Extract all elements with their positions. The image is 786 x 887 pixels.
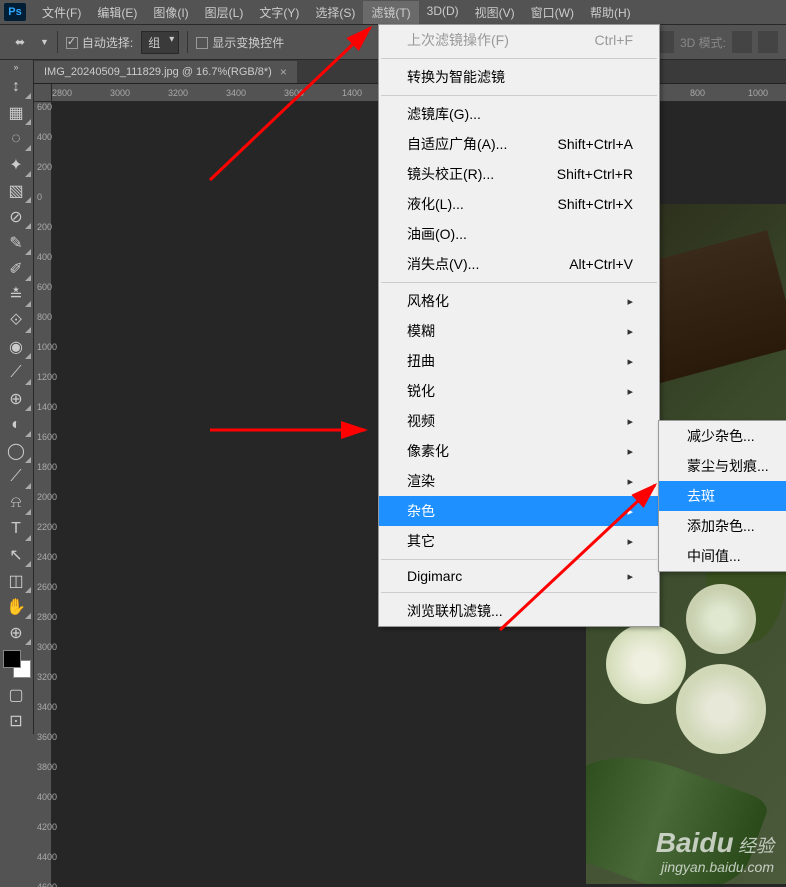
noise-item-蒙尘与划痕...[interactable]: 蒙尘与划痕... xyxy=(659,451,786,481)
tool-20[interactable]: ✋ xyxy=(0,594,32,620)
menu-图层[interactable]: 图层(L) xyxy=(197,1,252,24)
screenmode-icon[interactable]: ⊡ xyxy=(0,708,32,734)
filter-item-其它[interactable]: 其它 xyxy=(379,526,659,556)
filter-item-扭曲[interactable]: 扭曲 xyxy=(379,346,659,376)
filter-item-锐化[interactable]: 锐化 xyxy=(379,376,659,406)
arrow-down-icon[interactable]: ▼ xyxy=(40,37,49,47)
filter-menu-dropdown: 上次滤镜操作(F)Ctrl+F 转换为智能滤镜滤镜库(G)...自适应广角(A).… xyxy=(378,24,660,627)
noise-item-添加杂色...[interactable]: 添加杂色... xyxy=(659,511,786,541)
filter-item-杂色[interactable]: 杂色 xyxy=(379,496,659,526)
filter-item-转换为智能滤镜[interactable]: 转换为智能滤镜 xyxy=(379,62,659,92)
document-title: IMG_20240509_111829.jpg @ 16.7%(RGB/8*) xyxy=(44,66,272,78)
filter-item-像素化[interactable]: 像素化 xyxy=(379,436,659,466)
toolbox: » ↕▦◌✦▧⊘✎✐≛⟐◉⟋⊕◐◯⟋⍾T↖◫✋⊕ ▢ ⊡ xyxy=(0,60,34,734)
filter-item-镜头校正(R)...[interactable]: 镜头校正(R)...Shift+Ctrl+R xyxy=(379,159,659,189)
tool-1[interactable]: ▦ xyxy=(0,100,32,126)
panel-icon-2[interactable] xyxy=(758,31,778,53)
showtransform-label: 显示变换控件 xyxy=(212,36,284,50)
panel-icon-1[interactable] xyxy=(732,31,752,53)
filter-item-液化(L)...[interactable]: 液化(L)...Shift+Ctrl+X xyxy=(379,189,659,219)
quickmask-icon[interactable]: ▢ xyxy=(0,682,32,708)
filter-item-模糊[interactable]: 模糊 xyxy=(379,316,659,346)
tool-7[interactable]: ✐ xyxy=(0,256,32,282)
tool-9[interactable]: ⟐ xyxy=(0,308,32,334)
menu-视图[interactable]: 视图(V) xyxy=(467,1,523,24)
ruler-corner xyxy=(34,84,52,102)
tool-3[interactable]: ✦ xyxy=(0,152,32,178)
tool-15[interactable]: ⟋ xyxy=(0,464,32,490)
tool-12[interactable]: ⊕ xyxy=(0,386,32,412)
ruler-vertical: 6004002000200400600800100012001400160018… xyxy=(34,102,52,887)
filter-item-滤镜库(G)...[interactable]: 滤镜库(G)... xyxy=(379,99,659,129)
document-tab[interactable]: IMG_20240509_111829.jpg @ 16.7%(RGB/8*) … xyxy=(34,61,297,83)
filter-item-油画(O)...[interactable]: 油画(O)... xyxy=(379,219,659,249)
tool-19[interactable]: ◫ xyxy=(0,568,32,594)
menu-窗口[interactable]: 窗口(W) xyxy=(523,1,582,24)
tool-11[interactable]: ⟋ xyxy=(0,360,32,386)
noise-submenu-dropdown: 减少杂色...蒙尘与划痕...去斑添加杂色...中间值... xyxy=(658,420,786,572)
autoselect-label: 自动选择: xyxy=(82,36,133,50)
noise-item-减少杂色...[interactable]: 减少杂色... xyxy=(659,421,786,451)
filter-item-消失点(V)...[interactable]: 消失点(V)...Alt+Ctrl+V xyxy=(379,249,659,279)
tool-16[interactable]: ⍾ xyxy=(0,490,32,516)
tool-2[interactable]: ◌ xyxy=(0,126,32,152)
tool-0[interactable]: ↕ xyxy=(0,74,32,100)
menu-文件[interactable]: 文件(F) xyxy=(34,1,89,24)
mode3d-label: 3D 模式: xyxy=(680,34,726,51)
filter-item-渲染[interactable]: 渲染 xyxy=(379,466,659,496)
tool-14[interactable]: ◯ xyxy=(0,438,32,464)
filter-item-视频[interactable]: 视频 xyxy=(379,406,659,436)
filter-item-自适应广角(A)...[interactable]: 自适应广角(A)...Shift+Ctrl+A xyxy=(379,129,659,159)
menu-图像[interactable]: 图像(I) xyxy=(145,1,196,24)
noise-item-去斑[interactable]: 去斑 xyxy=(659,481,786,511)
autoselect-dropdown[interactable]: 组 xyxy=(141,31,179,54)
tool-13[interactable]: ◐ xyxy=(0,412,32,438)
autoselect-checkbox[interactable] xyxy=(66,37,78,49)
menu-3d[interactable]: 3D(D) xyxy=(419,1,467,24)
close-tab-icon[interactable]: × xyxy=(280,65,287,79)
filter-item-浏览联机滤镜...[interactable]: 浏览联机滤镜... xyxy=(379,596,659,626)
tool-8[interactable]: ≛ xyxy=(0,282,32,308)
showtransform-checkbox[interactable] xyxy=(196,37,208,49)
tool-21[interactable]: ⊕ xyxy=(0,620,32,646)
tool-5[interactable]: ⊘ xyxy=(0,204,32,230)
color-swatches[interactable] xyxy=(3,650,31,678)
tool-18[interactable]: ↖ xyxy=(0,542,32,568)
ps-logo: Ps xyxy=(4,3,26,21)
menu-bar: Ps 文件(F)编辑(E)图像(I)图层(L)文字(Y)选择(S)滤镜(T)3D… xyxy=(0,0,786,24)
tool-collapse[interactable]: » xyxy=(0,60,32,74)
filter-item-上次滤镜操作(F): 上次滤镜操作(F)Ctrl+F xyxy=(379,25,659,55)
menu-选择[interactable]: 选择(S) xyxy=(307,1,363,24)
menu-编辑[interactable]: 编辑(E) xyxy=(89,1,145,24)
tool-6[interactable]: ✎ xyxy=(0,230,32,256)
tool-10[interactable]: ◉ xyxy=(0,334,32,360)
watermark: Baidu 经验 jingyan.baidu.com xyxy=(656,827,774,875)
menu-帮助[interactable]: 帮助(H) xyxy=(582,1,639,24)
filter-item-风格化[interactable]: 风格化 xyxy=(379,286,659,316)
menu-滤镜[interactable]: 滤镜(T) xyxy=(363,1,418,24)
foreground-color[interactable] xyxy=(3,650,21,668)
tool-4[interactable]: ▧ xyxy=(0,178,32,204)
tool-17[interactable]: T xyxy=(0,516,32,542)
filter-item-Digimarc[interactable]: Digimarc xyxy=(379,563,659,589)
menu-文字[interactable]: 文字(Y) xyxy=(251,1,307,24)
move-tool-indicator: ⬌ xyxy=(8,31,32,53)
noise-item-中间值...[interactable]: 中间值... xyxy=(659,541,786,571)
